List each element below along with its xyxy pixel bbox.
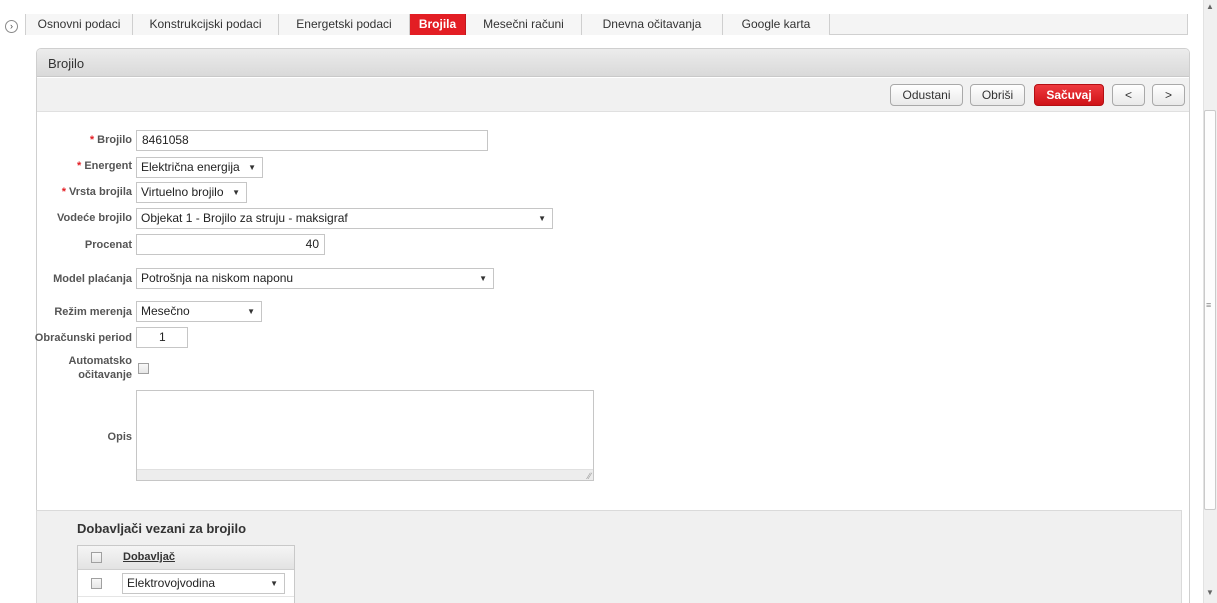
meter-type-label-text: Vrsta brojila [69, 186, 132, 198]
tab-bar: Osnovni podaci Konstrukcijski podaci Ene… [25, 14, 1188, 35]
auto-reading-checkbox[interactable] [138, 363, 149, 374]
payment-model-label: Model plaćanja [53, 273, 132, 285]
scrollbar-thumb[interactable] [1204, 110, 1216, 510]
chevron-down-icon: ▼ [270, 579, 278, 588]
tab-dnevna-ocitavanja[interactable]: Dnevna očitavanja [582, 14, 723, 35]
panel-toolbar: Odustani Obriši Sačuvaj < > [37, 78, 1189, 112]
resize-handle-icon[interactable]: ∕∕ [588, 471, 591, 481]
meter-number-input[interactable]: 8461058 [136, 130, 488, 151]
description-label: Opis [107, 431, 132, 443]
scroll-down-arrow-icon[interactable]: ▼ [1206, 588, 1214, 597]
measurement-mode-select[interactable]: Mesečno ▼ [136, 301, 262, 322]
chevron-down-icon: ▼ [248, 163, 256, 172]
meter-type-value: Virtuelno brojilo [141, 185, 224, 199]
auto-reading-label: Automatsko očitavanje [40, 354, 132, 382]
suppliers-grid-header: Dobavljač [78, 546, 294, 570]
meter-label: * Brojilo [40, 133, 132, 147]
supplier-column-header[interactable]: Dobavljač [123, 551, 175, 563]
required-asterisk-icon: * [77, 160, 82, 172]
delete-button[interactable]: Obriši [970, 84, 1025, 106]
leading-meter-value: Objekat 1 - Brojilo za struju - maksigra… [141, 211, 348, 225]
previous-button[interactable]: < [1112, 84, 1145, 106]
energy-type-label-text: Energent [84, 160, 132, 172]
chevron-down-icon: ▼ [479, 274, 487, 283]
required-asterisk-icon: * [89, 134, 95, 146]
cancel-button[interactable]: Odustani [890, 84, 963, 106]
measurement-mode-label: Režim merenja [54, 306, 132, 318]
panel-header [37, 49, 1189, 77]
billing-period-label: Obračunski period [34, 332, 132, 344]
description-textarea[interactable]: ∕∕ [136, 390, 594, 481]
required-asterisk-icon: * [61, 186, 67, 198]
payment-model-select[interactable]: Potrošnja na niskom naponu ▼ [136, 268, 494, 289]
save-button[interactable]: Sačuvaj [1034, 84, 1104, 106]
energy-type-label: * Energent [40, 159, 132, 173]
measurement-mode-value: Mesečno [141, 304, 190, 318]
auto-reading-label-line2: očitavanje [78, 369, 132, 381]
energy-type-value: Električna energija [141, 160, 240, 174]
meter-label-text: Brojilo [97, 134, 132, 146]
panel-title: Brojilo [48, 56, 85, 71]
tab-mesecni-racuni[interactable]: Mesečni računi [466, 14, 582, 35]
auto-reading-label-line1: Automatsko [68, 355, 132, 367]
scrollbar-grip-icon: ≡ [1206, 300, 1212, 310]
leading-meter-label: Vodeće brojilo [57, 212, 132, 224]
supplier-select[interactable]: Elektrovojvodina ▼ [122, 573, 285, 594]
scroll-up-arrow-icon[interactable]: ▲ [1206, 2, 1214, 11]
tab-osnovni-podaci[interactable]: Osnovni podaci [26, 14, 133, 35]
billing-period-input[interactable]: 1 [136, 327, 188, 348]
next-button[interactable]: > [1152, 84, 1185, 106]
leading-meter-select[interactable]: Objekat 1 - Brojilo za struju - maksigra… [136, 208, 553, 229]
select-all-checkbox[interactable] [91, 552, 102, 563]
meter-type-label: * Vrsta brojila [20, 185, 132, 199]
tab-energetski-podaci[interactable]: Energetski podaci [279, 14, 410, 35]
payment-model-value: Potrošnja na niskom naponu [141, 271, 294, 285]
textarea-footer [137, 469, 593, 480]
supplier-value: Elektrovojvodina [127, 576, 216, 590]
tab-google-karta[interactable]: Google karta [723, 14, 830, 35]
energy-type-select[interactable]: Električna energija ▼ [136, 157, 263, 178]
chevron-down-icon: ▼ [232, 188, 240, 197]
table-row: Elektrovojvodina ▼ [78, 571, 294, 597]
meter-type-select[interactable]: Virtuelno brojilo ▼ [136, 182, 247, 203]
tab-brojila[interactable]: Brojila [410, 14, 466, 35]
chevron-down-icon: ▼ [247, 307, 255, 316]
collapse-sidebar-icon[interactable]: › [5, 20, 18, 33]
suppliers-title: Dobavljači vezani za brojilo [77, 521, 247, 536]
percentage-input[interactable]: 40 [136, 234, 325, 255]
percentage-label: Procenat [84, 239, 132, 251]
chevron-down-icon: ▼ [538, 214, 546, 223]
row-checkbox[interactable] [91, 578, 102, 589]
tab-konstrukcijski-podaci[interactable]: Konstrukcijski podaci [133, 14, 279, 35]
